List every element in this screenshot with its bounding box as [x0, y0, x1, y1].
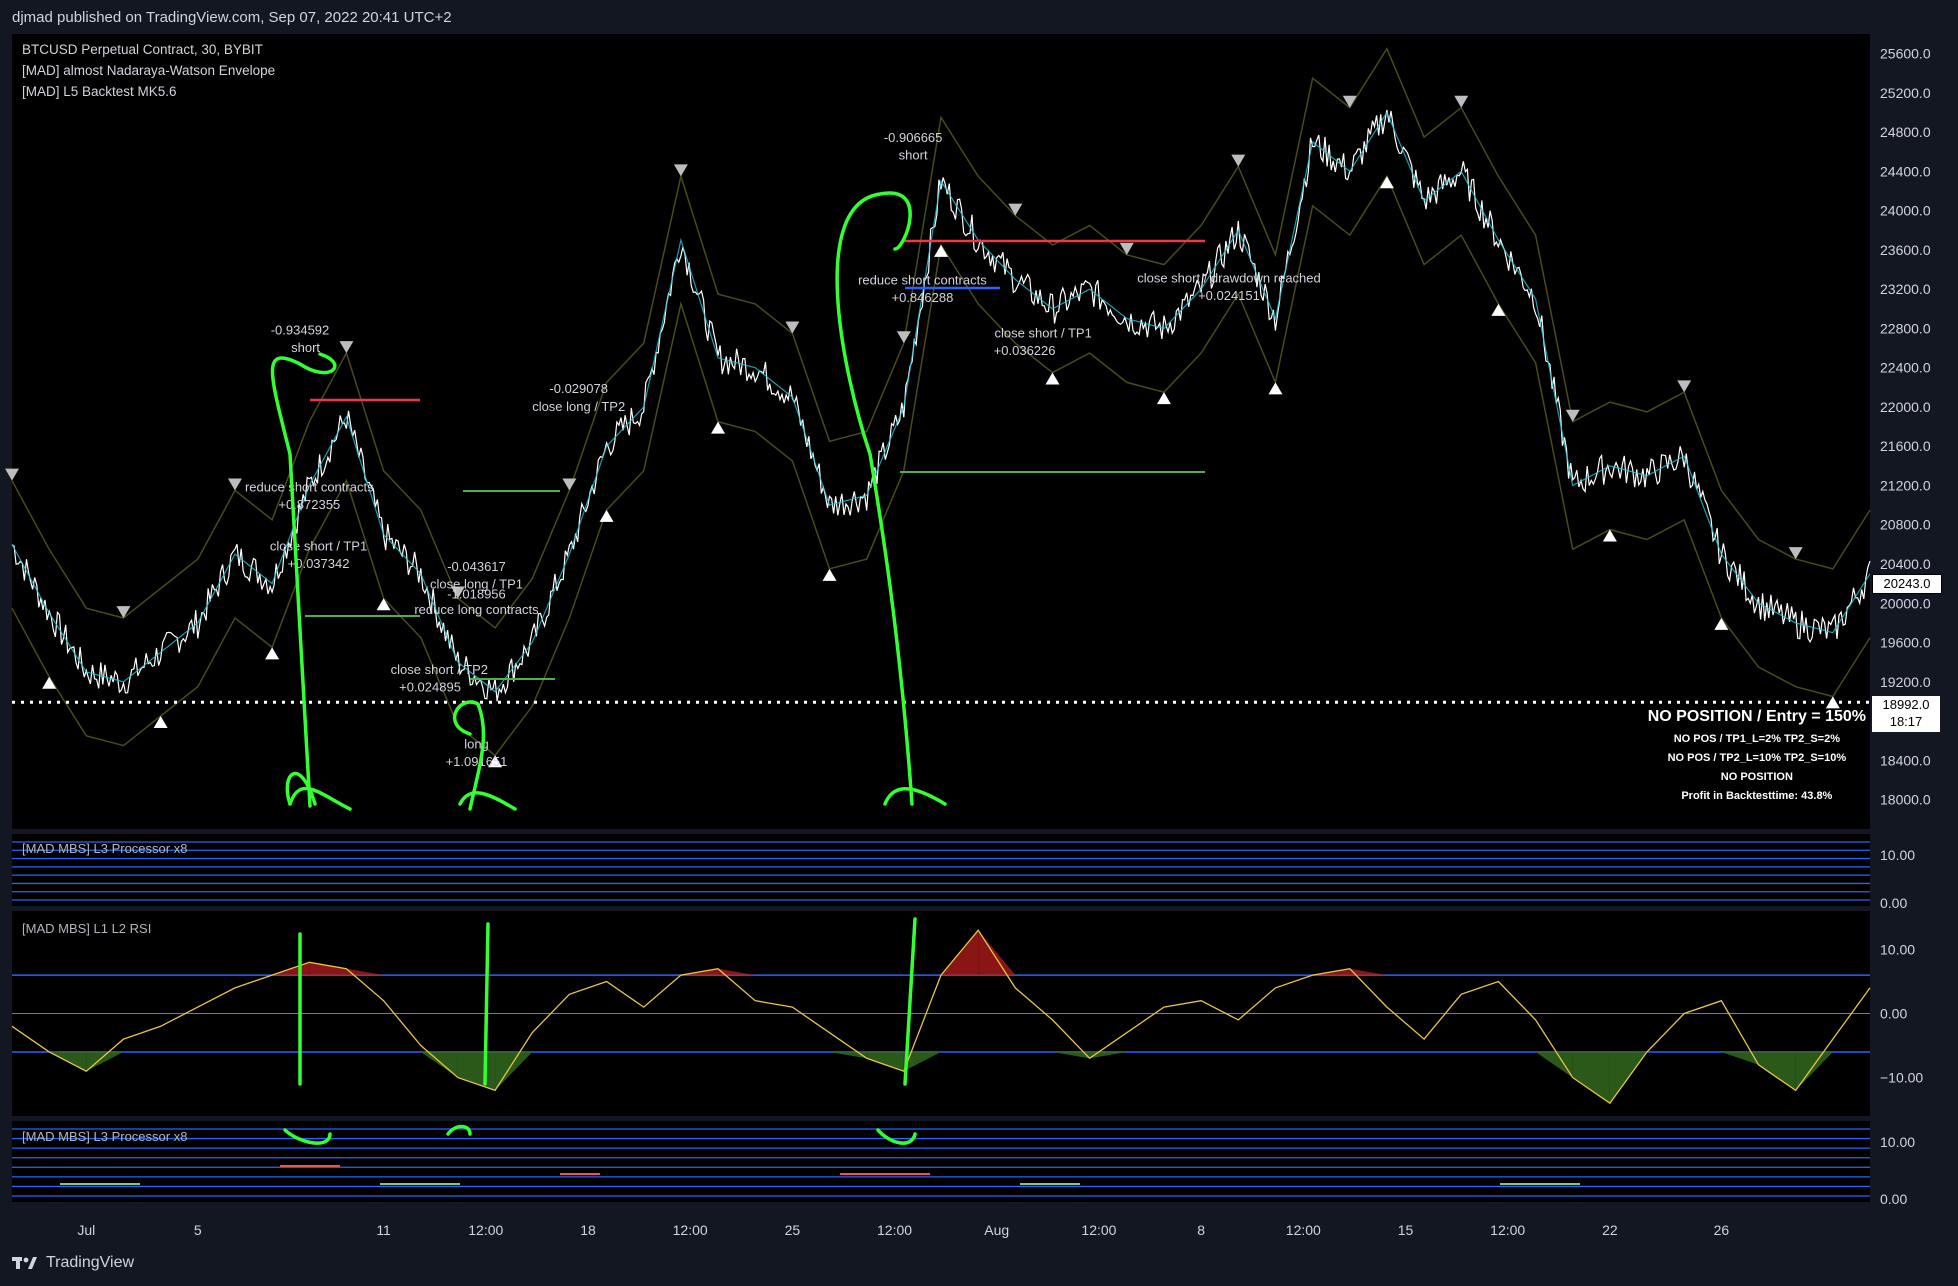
dotted-price-value: 18992.0	[1882, 697, 1930, 712]
legend-indicator-backtest[interactable]: [MAD] L5 Backtest MK5.6	[22, 84, 177, 99]
stats-tp2: NO POS / TP2_L=10% TP2_S=10%	[1667, 752, 1847, 764]
time-tick-label: 12:00	[468, 1222, 503, 1238]
price-tick-label: 19600.0	[1880, 635, 1931, 651]
price-tick-label: 21600.0	[1880, 438, 1931, 454]
trade-annotation: -0.906665	[884, 130, 943, 145]
backtest-stats: NO POSITION / Entry = 150% NO POS / TP1_…	[1648, 708, 1866, 802]
current-price-tag: 20243.0	[1872, 574, 1942, 594]
trade-annotation: -0.043617	[447, 559, 506, 574]
dotted-price-tag: 18992.0 18:17	[1872, 696, 1940, 732]
stats-no-position: NO POSITION	[1720, 771, 1793, 783]
trade-annotation: -0.934592	[271, 322, 330, 337]
price-tick-label: 24800.0	[1880, 124, 1931, 140]
time-tick-label: 26	[1714, 1222, 1730, 1238]
tradingview-logo-icon	[12, 1255, 38, 1271]
legend-symbol[interactable]: BTCUSD Perpetual Contract, 30, BYBIT	[22, 42, 263, 57]
stats-position: NO POSITION / Entry = 150%	[1647, 708, 1866, 725]
price-tick-label: 18000.0	[1880, 792, 1931, 808]
dotted-price-time: 18:17	[1889, 714, 1923, 729]
time-tick-label: 18	[580, 1222, 596, 1238]
trade-annotation: short	[291, 340, 320, 355]
trade-annotation: close short / drawdown reached	[1137, 270, 1321, 285]
trade-annotation: reduce short contracts	[858, 272, 987, 287]
top-bar: djmad published on TradingView.com, Sep …	[0, 0, 1958, 34]
trade-annotation: -1.018956	[447, 586, 506, 601]
price-tick-label: 23200.0	[1880, 281, 1931, 297]
time-tick-label: 22	[1602, 1222, 1618, 1238]
price-tick-label: 20400.0	[1880, 556, 1931, 572]
trade-annotation: +0.846288	[892, 290, 954, 305]
rsi-tick-label: −10.00	[1880, 1070, 1923, 1086]
time-tick-label: Jul	[77, 1222, 95, 1238]
price-tick-label: 25200.0	[1880, 85, 1931, 101]
time-axis-bg	[0, 1209, 1958, 1244]
time-tick-label: 5	[194, 1222, 202, 1238]
chart-canvas[interactable]: 25600.0 25200.0 24800.0 24400.0 24000.0 23600…	[0, 34, 1958, 1244]
time-tick-label: 8	[1197, 1222, 1205, 1238]
time-tick-label: Aug	[984, 1222, 1009, 1238]
trade-annotation: -0.029078	[549, 381, 608, 396]
trade-annotation: reduce long contracts	[414, 602, 539, 617]
price-tick-label: 20000.0	[1880, 595, 1931, 611]
price-tick-label: 19200.0	[1880, 674, 1931, 690]
time-axis[interactable]: Jul 5 11 12:00 18 12:00 25 12:00 Aug 12:00 8 12:00 1…	[0, 1209, 1958, 1244]
publish-info: djmad published on TradingView.com, Sep …	[12, 9, 452, 26]
stats-tp1: NO POS / TP1_L=2% TP2_S=2%	[1673, 733, 1840, 745]
stats-profit: Profit in Backtesttime: 43.8%	[1681, 790, 1833, 802]
trade-annotation: close long / TP2	[532, 399, 625, 414]
price-tick-label: 21200.0	[1880, 477, 1931, 493]
time-tick-label: 12:00	[673, 1222, 708, 1238]
price-tick-label: 18400.0	[1880, 752, 1931, 768]
time-tick-label: 11	[376, 1222, 391, 1238]
trade-annotation: reduce short contracts	[245, 479, 374, 494]
panel-label-processor1[interactable]: [MAD MBS] L3 Processor x8	[22, 841, 187, 856]
price-tick-label: 22800.0	[1880, 320, 1931, 336]
tradingview-brand: TradingView	[46, 1254, 135, 1271]
trade-annotation: close short / TP1	[270, 538, 367, 553]
panel-bg	[12, 34, 1870, 829]
price-tick-label: 23600.0	[1880, 242, 1931, 258]
price-tick-label: 20800.0	[1880, 517, 1931, 533]
trade-annotation: +0.024151	[1198, 288, 1260, 303]
trade-annotation: short	[899, 148, 928, 163]
trade-annotation: close short / TP1	[995, 325, 1092, 340]
trade-annotation: close short / TP2	[391, 662, 488, 677]
tradingview-logo[interactable]: TradingView	[12, 1254, 134, 1272]
trade-annotation: +0.036226	[994, 343, 1056, 358]
trade-annotation: +0.872355	[278, 497, 340, 512]
panel-bg	[12, 834, 1870, 906]
trade-annotation: +1.091651	[446, 754, 508, 769]
rsi-tick-label: 0.00	[1880, 1006, 1907, 1022]
time-tick-label: 12:00	[1286, 1222, 1321, 1238]
processor-tick-label: 0.00	[1880, 1191, 1907, 1207]
price-tick-label: 22400.0	[1880, 360, 1931, 376]
legend-indicator-envelope[interactable]: [MAD] almost Nadaraya-Watson Envelope	[22, 63, 275, 78]
processor-tick-label: 10.00	[1880, 1134, 1915, 1150]
price-tick-label: 22000.0	[1880, 399, 1931, 415]
processor-tick-label: 10.00	[1880, 847, 1915, 863]
panel-label-rsi[interactable]: [MAD MBS] L1 L2 RSI	[22, 921, 151, 936]
time-tick-label: 12:00	[877, 1222, 912, 1238]
price-tick-label: 24000.0	[1880, 203, 1931, 219]
time-tick-label: 12:00	[1081, 1222, 1116, 1238]
panel-label-processor2[interactable]: [MAD MBS] L3 Processor x8	[22, 1129, 187, 1144]
rsi-tick-label: 10.00	[1880, 941, 1915, 957]
price-tick-label: 25600.0	[1880, 46, 1931, 62]
processor-tick-label: 0.00	[1880, 895, 1907, 911]
time-tick-label: 25	[785, 1222, 801, 1238]
price-tick-label: 24400.0	[1880, 163, 1931, 179]
time-tick-label: 12:00	[1490, 1222, 1525, 1238]
time-tick-label: 15	[1398, 1222, 1414, 1238]
bottom-bar: TradingView	[0, 1244, 1958, 1286]
trade-annotation: +0.024895	[399, 680, 461, 695]
